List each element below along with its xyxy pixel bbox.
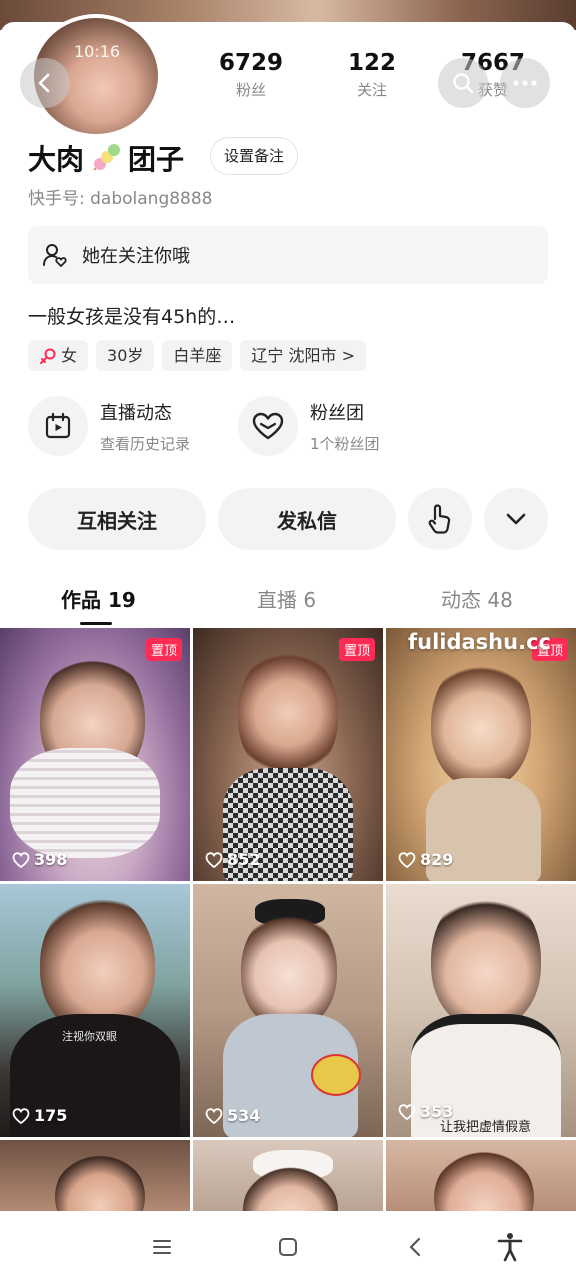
active-tab-indicator — [80, 622, 112, 625]
gender-tag: 女 — [28, 340, 89, 371]
profile-tabs: 作品 19 直播 6 动态 48 — [0, 584, 576, 625]
video-caption: 注视你双眼 — [62, 1030, 117, 1043]
chevron-left-icon — [38, 73, 50, 93]
female-icon — [40, 348, 56, 364]
video-thumbnail[interactable]: 注视你双眼 175 — [0, 884, 190, 1137]
back-button[interactable] — [20, 58, 70, 108]
video-thumbnail[interactable]: 让我把虚情假意 353 — [386, 884, 576, 1137]
video-thumbnail[interactable]: 置顶 852 — [193, 628, 383, 881]
follows-you-banner[interactable]: 她在关注你哦 — [28, 226, 548, 284]
send-message-button[interactable]: 发私信 — [218, 488, 396, 550]
like-count: 852 — [205, 850, 260, 869]
search-icon — [453, 73, 474, 94]
like-count: 398 — [12, 850, 67, 869]
video-thumbnail[interactable]: 534 — [193, 884, 383, 1137]
profile-name: 大肉 团子 — [28, 138, 184, 178]
more-icon — [513, 80, 537, 86]
tab-live[interactable]: 直播 6 — [257, 584, 316, 613]
user-heart-icon — [43, 244, 67, 267]
more-button[interactable] — [500, 58, 550, 108]
live-history-entry[interactable]: 直播动态 查看历史记录 — [28, 396, 190, 456]
heart-outline-icon — [398, 851, 416, 868]
video-thumbnail[interactable] — [0, 1140, 190, 1211]
menu-button[interactable] — [147, 1232, 177, 1262]
like-count: 175 — [12, 1106, 67, 1125]
video-grid: 置顶 398 置顶 852 置顶 829 注视你双眼 175 534 让我把虚情… — [0, 628, 576, 1211]
menu-icon — [153, 1240, 171, 1254]
pinned-badge: 置顶 — [338, 638, 375, 661]
heart-icon — [252, 412, 284, 440]
heart-outline-icon — [205, 1107, 223, 1124]
kuaishou-id: 快手号: dabolang8888 — [28, 189, 213, 209]
nav-back-button[interactable] — [401, 1232, 431, 1262]
bio-text: 一般女孩是没有45h的… — [28, 306, 236, 328]
heart-outline-icon — [205, 851, 223, 868]
sticker-decoration — [311, 1054, 361, 1096]
candy-emoji-icon — [88, 140, 124, 176]
system-navigation-bar — [0, 1212, 576, 1280]
like-count: 829 — [398, 850, 453, 869]
following-count[interactable]: 122 关注 — [317, 50, 427, 100]
tap-hand-icon — [428, 504, 451, 534]
watermark-text: fulidashu.cc — [408, 630, 551, 654]
heart-outline-icon — [398, 1103, 416, 1120]
like-count: 534 — [205, 1106, 260, 1125]
pinned-badge: 置顶 — [145, 638, 182, 661]
video-thumbnail[interactable] — [386, 1140, 576, 1211]
tab-works[interactable]: 作品 19 — [61, 584, 136, 613]
video-thumbnail[interactable] — [193, 1140, 383, 1211]
mutual-follow-button[interactable]: 互相关注 — [28, 488, 206, 550]
set-remark-button[interactable]: 设置备注 — [210, 137, 299, 175]
status-time: 10:16 — [74, 42, 121, 61]
expand-more-button[interactable] — [484, 488, 548, 550]
video-caption: 让我把虚情假意 — [440, 1120, 532, 1135]
zodiac-tag: 白羊座 — [162, 340, 233, 371]
search-button[interactable] — [438, 58, 488, 108]
home-button[interactable] — [273, 1232, 303, 1262]
chevron-down-icon — [506, 513, 526, 525]
heart-outline-icon — [12, 851, 30, 868]
square-icon — [279, 1238, 297, 1256]
calendar-play-icon — [45, 412, 71, 439]
like-count: 353 — [398, 1102, 453, 1121]
video-thumbnail[interactable]: 置顶 829 — [386, 628, 576, 881]
age-tag: 30岁 — [96, 340, 155, 371]
profile-tags: 女 30岁 白羊座 辽宁 沈阳市 > — [28, 340, 366, 371]
location-tag[interactable]: 辽宁 沈阳市 > — [240, 340, 366, 371]
poke-button[interactable] — [408, 488, 472, 550]
video-thumbnail[interactable]: 置顶 398 — [0, 628, 190, 881]
tab-moments[interactable]: 动态 48 — [441, 584, 513, 613]
chevron-left-icon — [409, 1237, 421, 1257]
fans-count[interactable]: 6729 粉丝 — [196, 50, 306, 100]
accessibility-icon — [497, 1233, 523, 1262]
fan-club-entry[interactable]: 粉丝团 1个粉丝团 — [238, 396, 380, 456]
heart-outline-icon — [12, 1107, 30, 1124]
accessibility-button[interactable] — [495, 1232, 525, 1262]
